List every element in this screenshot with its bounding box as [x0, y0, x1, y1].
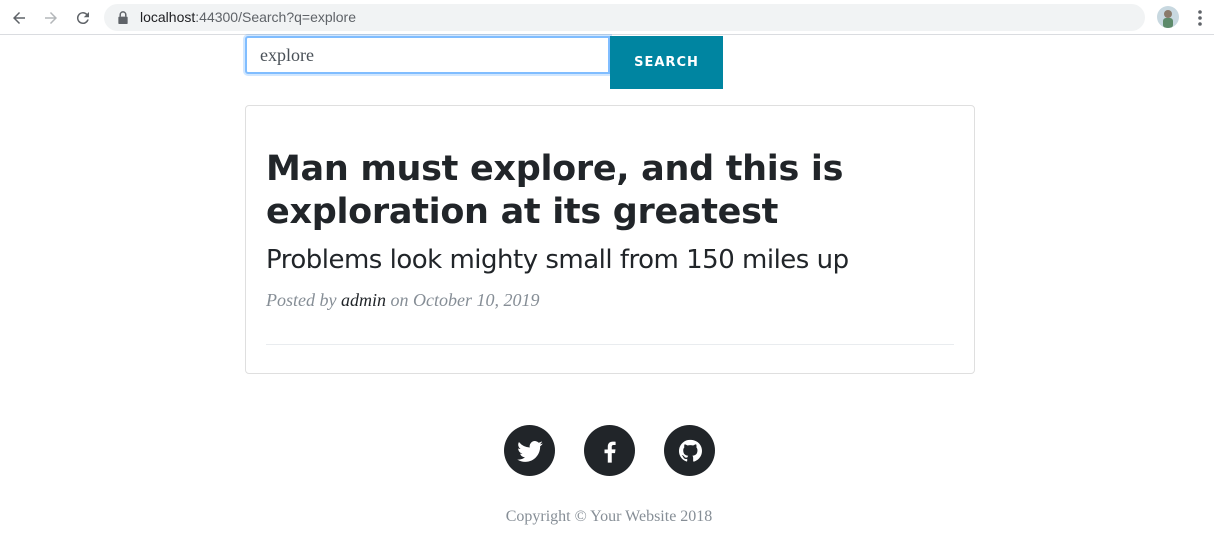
lock-icon — [118, 11, 128, 24]
facebook-link[interactable] — [584, 425, 635, 476]
post-meta-date: on October 10, 2019 — [385, 290, 540, 310]
facebook-icon — [604, 441, 616, 463]
twitter-link[interactable] — [504, 425, 555, 476]
post-meta-prefix: Posted by — [266, 290, 341, 310]
reload-button[interactable] — [72, 7, 94, 29]
post-subtitle[interactable]: Problems look mighty small from 150 mile… — [266, 243, 849, 277]
arrow-left-icon — [13, 12, 25, 24]
post-author-link[interactable]: admin — [341, 290, 386, 310]
twitter-icon — [516, 440, 543, 462]
post-title[interactable]: Man must explore, and this is exploratio… — [266, 148, 886, 234]
browser-toolbar: localhost:44300/Search?q=explore — [0, 0, 1214, 35]
more-vert-icon[interactable] — [1192, 8, 1208, 28]
url-text[interactable]: localhost:44300/Search?q=explore — [140, 9, 356, 25]
github-icon — [678, 439, 702, 462]
reload-icon — [76, 12, 89, 25]
post-meta: Posted by admin on October 10, 2019 — [266, 290, 539, 311]
search-button[interactable]: SEARCH — [610, 36, 723, 89]
github-link[interactable] — [664, 425, 715, 476]
arrow-right-icon — [45, 12, 57, 24]
url-path: :44300/Search?q=explore — [195, 9, 356, 25]
avatar-icon — [1163, 10, 1173, 28]
copyright-text: Copyright © Your Website 2018 — [505, 508, 713, 525]
divider — [266, 344, 954, 345]
address-bar[interactable]: localhost:44300/Search?q=explore — [104, 4, 1145, 31]
url-host: localhost — [140, 9, 196, 25]
back-button[interactable] — [8, 7, 30, 29]
post-card: Man must explore, and this is exploratio… — [245, 105, 975, 374]
search-input[interactable] — [245, 36, 610, 74]
forward-button[interactable] — [40, 7, 62, 29]
profile-avatar[interactable] — [1157, 6, 1179, 28]
